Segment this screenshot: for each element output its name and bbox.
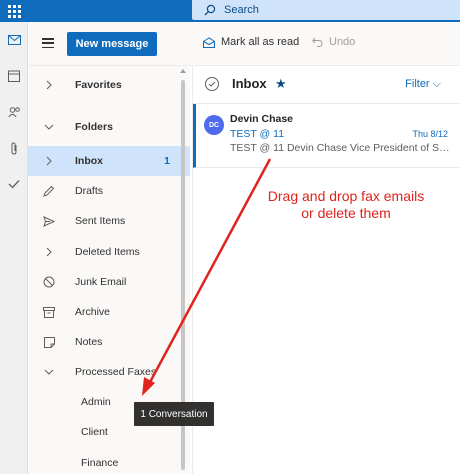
folder-processed-faxes[interactable]: Processed Faxes <box>28 357 190 387</box>
folder-sent-items[interactable]: Sent Items <box>28 206 190 236</box>
pencil-icon <box>42 184 56 198</box>
inbox-label: Inbox <box>75 155 103 167</box>
list-header: Inbox ★ Filter ⌵ <box>193 66 460 104</box>
processed-faxes-label: Processed Faxes <box>75 366 157 378</box>
drafts-label: Drafts <box>75 185 104 197</box>
top-bar: Search <box>0 0 460 22</box>
attach-icon[interactable] <box>0 130 28 166</box>
chevron-down-icon <box>42 365 56 379</box>
favorite-star-icon[interactable]: ★ <box>275 77 287 90</box>
mark-all-read-label: Mark all as read <box>221 36 300 48</box>
todo-icon[interactable] <box>0 166 28 202</box>
search-icon <box>204 4 216 16</box>
select-all-checkbox[interactable] <box>205 77 219 91</box>
notes-label: Notes <box>75 336 103 348</box>
chevron-right-icon <box>42 245 56 259</box>
folder-finance[interactable]: Finance <box>28 448 190 474</box>
avatar: DC <box>204 115 224 135</box>
message-item[interactable]: DC Devin Chase TEST @ 11 Thu 8/12 TEST @… <box>193 104 460 168</box>
mark-all-read-button[interactable]: Mark all as read <box>203 36 299 48</box>
note-icon <box>42 335 56 349</box>
folders-label: Folders <box>75 121 113 133</box>
people-icon[interactable] <box>0 94 28 130</box>
annotation-text: Drag and drop fax emails or delete them <box>264 188 428 222</box>
folders-group[interactable]: Folders <box>28 112 190 142</box>
finance-label: Finance <box>81 457 119 469</box>
junk-email-label: Junk Email <box>75 276 127 288</box>
archive-label: Archive <box>75 306 111 318</box>
sent-items-label: Sent Items <box>75 215 126 227</box>
app-rail <box>0 22 28 474</box>
folder-deleted-items[interactable]: Deleted Items <box>28 237 190 267</box>
favorites-group[interactable]: Favorites <box>28 70 190 100</box>
annotation-line-1: Drag and drop fax emails <box>267 188 425 204</box>
mail-icon[interactable] <box>0 22 28 58</box>
folder-notes[interactable]: Notes <box>28 327 190 357</box>
folder-drafts[interactable]: Drafts <box>28 176 190 206</box>
unread-count-badge: 1 <box>164 155 170 167</box>
block-icon <box>42 275 56 289</box>
search-placeholder: Search <box>224 4 259 16</box>
chevron-right-icon <box>42 154 56 168</box>
undo-label: Undo <box>329 36 356 48</box>
chevron-right-icon <box>42 78 56 92</box>
admin-label: Admin <box>81 396 111 408</box>
command-bar: New message Mark all as read Undo <box>28 22 460 66</box>
undo-button[interactable]: Undo <box>312 36 355 48</box>
folder-archive[interactable]: Archive <box>28 297 190 327</box>
message-list-pane: Inbox ★ Filter ⌵ DC Devin Chase TEST @ 1… <box>192 66 460 474</box>
client-label: Client <box>81 426 108 438</box>
filter-button[interactable]: Filter ⌵ <box>405 78 441 91</box>
new-message-button[interactable]: New message <box>67 32 157 56</box>
message-preview: TEST @ 11 Devin Chase Vice President of … <box>230 142 452 154</box>
send-icon <box>42 214 56 228</box>
message-sender: Devin Chase <box>230 113 294 125</box>
list-title: Inbox <box>232 76 267 91</box>
calendar-icon[interactable] <box>0 58 28 94</box>
drag-tooltip: 1 Conversation <box>134 402 214 426</box>
chevron-down-icon <box>42 120 56 134</box>
archive-icon <box>42 305 56 319</box>
checkmark-icon <box>208 81 216 87</box>
folder-inbox[interactable]: Inbox 1 <box>28 146 190 176</box>
app-launcher-icon[interactable] <box>0 0 28 22</box>
annotation-line-2: or delete them <box>301 205 391 221</box>
message-date: Thu 8/12 <box>412 129 448 139</box>
undo-icon <box>312 37 323 47</box>
deleted-items-label: Deleted Items <box>75 246 140 258</box>
favorites-label: Favorites <box>75 79 122 91</box>
search-input[interactable]: Search <box>192 0 460 20</box>
menu-icon[interactable] <box>42 38 54 48</box>
envelope-open-icon <box>203 36 215 48</box>
message-subject: TEST @ 11 <box>230 128 285 140</box>
folder-junk-email[interactable]: Junk Email <box>28 267 190 297</box>
